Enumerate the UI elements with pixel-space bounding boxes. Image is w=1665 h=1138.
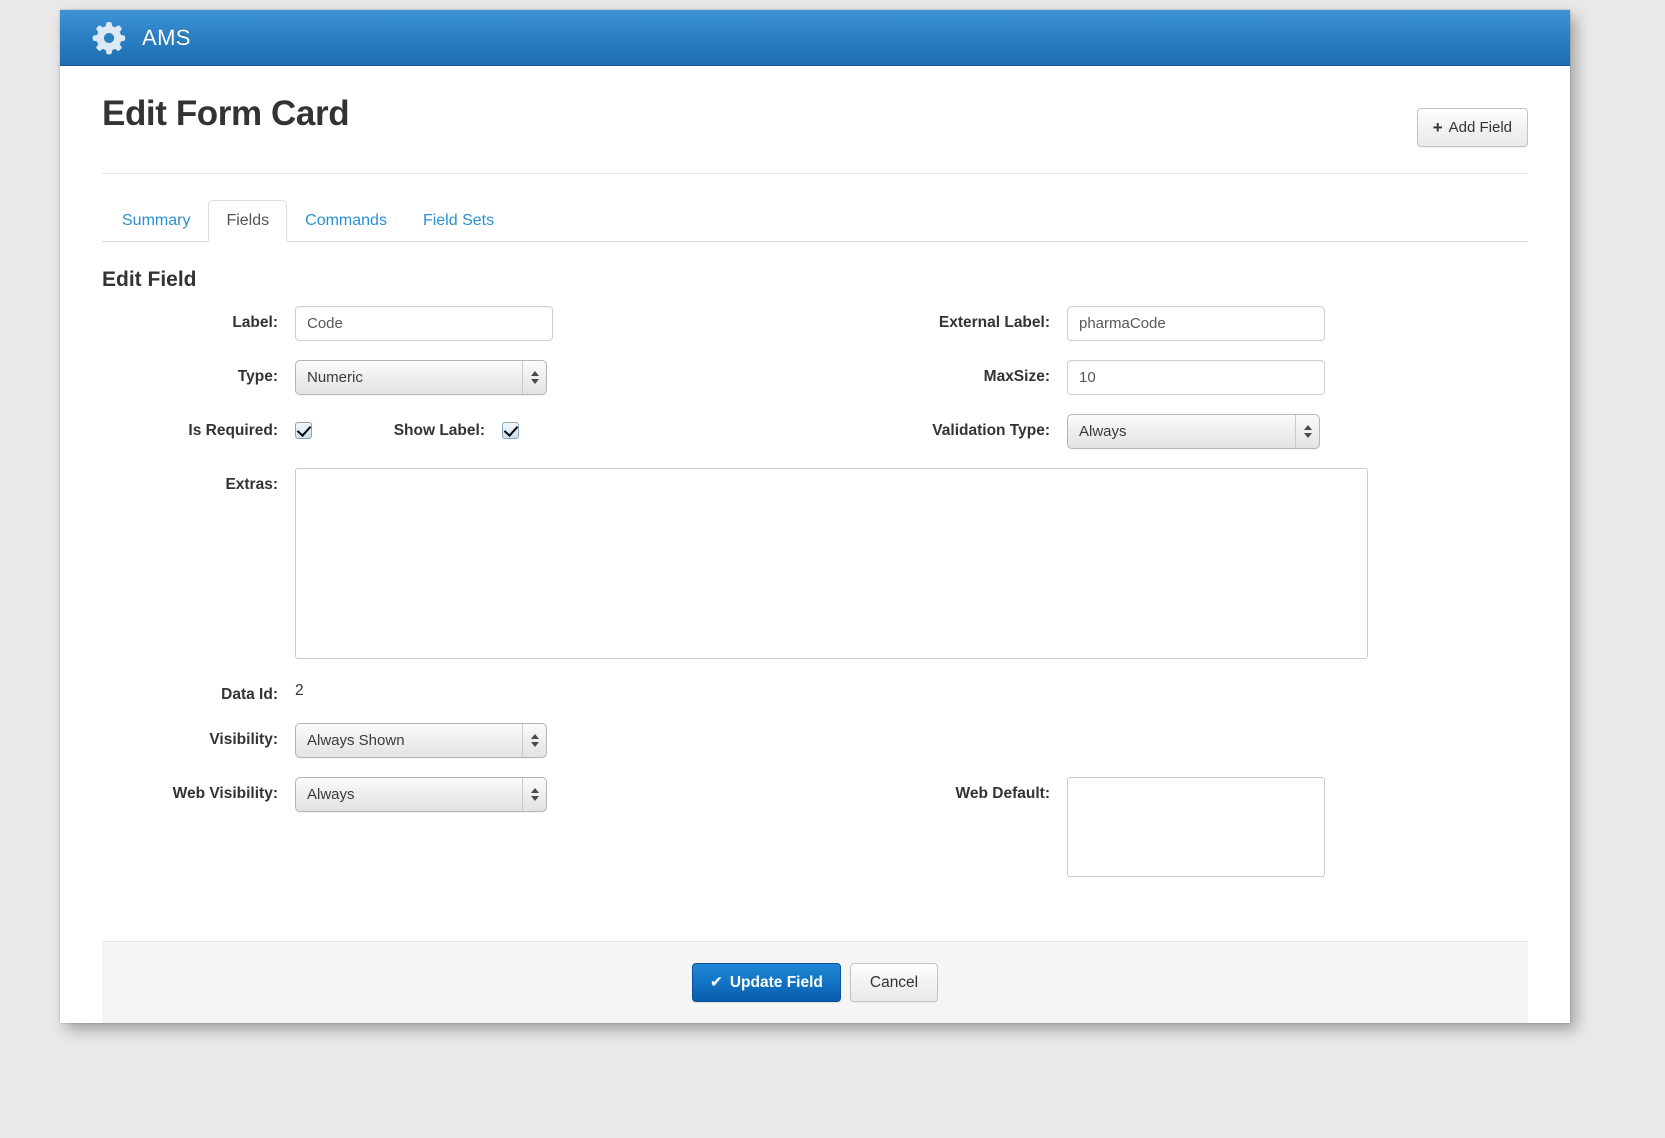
stepper-icon — [522, 778, 546, 811]
visibility-select[interactable]: Always Shown — [295, 723, 547, 758]
web-visibility-select[interactable]: Always — [295, 777, 547, 812]
extras-textarea[interactable] — [295, 468, 1368, 659]
form-row-visibility: Visibility: Always Shown — [102, 723, 1528, 758]
check-icon: ✔ — [710, 975, 723, 991]
stepper-icon — [522, 361, 546, 394]
cancel-button[interactable]: Cancel — [850, 963, 938, 1003]
form-row-label: Label: External Label: — [102, 306, 1528, 341]
type-label: Type: — [102, 360, 295, 386]
page-title: Edit Form Card — [102, 94, 349, 134]
navbar: AMS — [60, 10, 1570, 66]
type-select-value: Numeric — [307, 369, 363, 386]
tab-commands[interactable]: Commands — [287, 200, 405, 242]
maxsize-label: MaxSize: — [892, 360, 1067, 386]
web-default-label: Web Default: — [892, 777, 1067, 803]
validation-type-select[interactable]: Always — [1067, 414, 1320, 449]
visibility-label: Visibility: — [102, 723, 295, 749]
form-row-data-id: Data Id: 2 — [102, 678, 1528, 704]
add-field-button[interactable]: + Add Field — [1417, 108, 1528, 147]
tab-field-sets[interactable]: Field Sets — [405, 200, 512, 242]
app-window: AMS Edit Form Card + Add Field Summary F… — [60, 10, 1570, 1023]
update-field-label: Update Field — [730, 975, 823, 991]
tab-summary[interactable]: Summary — [104, 200, 208, 242]
page-header: Edit Form Card + Add Field — [102, 66, 1528, 147]
web-default-textarea[interactable] — [1067, 777, 1325, 877]
type-select[interactable]: Numeric — [295, 360, 547, 395]
validation-type-label: Validation Type: — [892, 414, 1067, 440]
label-field-label: Label: — [102, 306, 295, 332]
tab-bar: Summary Fields Commands Field Sets — [102, 200, 1528, 242]
form-row-web: Web Visibility: Always Web Default: — [102, 777, 1528, 877]
stepper-icon — [1295, 415, 1319, 448]
edit-field-form: Label: External Label: Type: Numeric — [102, 306, 1528, 877]
maxsize-input[interactable] — [1067, 360, 1325, 395]
is-required-checkbox[interactable] — [295, 422, 312, 439]
external-label-label: External Label: — [892, 306, 1067, 332]
show-label-checkbox[interactable] — [502, 422, 519, 439]
validation-type-value: Always — [1079, 423, 1127, 440]
add-field-label: Add Field — [1449, 120, 1512, 135]
show-label-label: Show Label: — [342, 414, 502, 440]
brand-title: AMS — [142, 25, 191, 51]
extras-label: Extras: — [102, 468, 295, 494]
gear-icon — [92, 21, 126, 55]
update-field-button[interactable]: ✔ Update Field — [692, 963, 841, 1003]
form-row-extras: Extras: — [102, 468, 1528, 659]
tab-fields[interactable]: Fields — [208, 200, 287, 242]
form-actions-footer: ✔ Update Field Cancel — [102, 941, 1528, 1023]
external-label-input[interactable] — [1067, 306, 1325, 341]
stepper-icon — [522, 724, 546, 757]
web-visibility-value: Always — [307, 786, 355, 803]
label-input[interactable] — [295, 306, 553, 341]
visibility-value: Always Shown — [307, 732, 405, 749]
data-id-label: Data Id: — [102, 678, 295, 704]
is-required-label: Is Required: — [102, 414, 295, 440]
section-title: Edit Field — [102, 268, 1528, 292]
form-row-type: Type: Numeric MaxSize: — [102, 360, 1528, 395]
web-visibility-label: Web Visibility: — [102, 777, 295, 803]
header-divider — [102, 173, 1528, 174]
form-row-flags: Is Required: Show Label: Validation Type… — [102, 414, 1528, 449]
plus-icon: + — [1433, 119, 1443, 136]
data-id-value: 2 — [295, 678, 304, 700]
